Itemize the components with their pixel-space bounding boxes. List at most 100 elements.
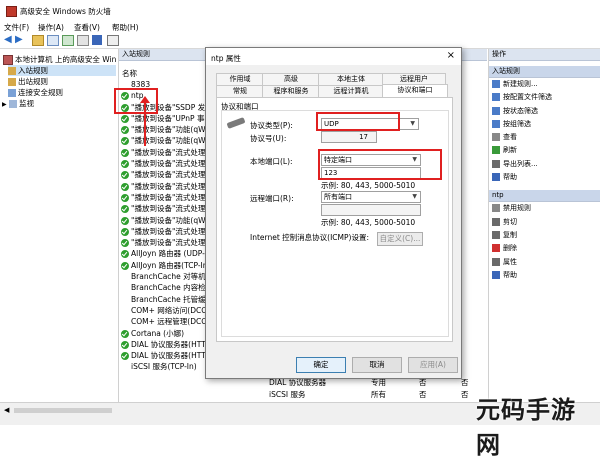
remote-port-entry[interactable] [321,204,421,216]
rule-row[interactable]: "播放到设备"流式处理 [121,237,211,248]
tab-general[interactable]: 常规 [216,85,264,97]
window-title: 高级安全 Windows 防火墙 [20,7,111,16]
bottom-row-2-enabled: 否 [419,390,427,399]
tab-scope[interactable]: 作用域 [216,73,264,85]
scroll-left-icon[interactable]: ◀ [4,406,9,414]
rule-name: BranchCache 托管缓存 [131,294,211,304]
action-item[interactable]: 按状态筛选 [489,105,600,118]
nav-item-inbound[interactable]: 入站规则 [8,65,116,76]
action-label: 刷新 [503,146,517,155]
rule-row[interactable]: "播放到设备"流式处理 [121,147,211,158]
highlight-ntp-rule [114,88,158,114]
rule-row[interactable]: BranchCache 托管缓存 [121,294,211,305]
action-item[interactable]: 新建规则... [489,78,600,91]
rule-row[interactable]: COM+ 网络访问(DCOM [121,305,211,316]
rule-row[interactable]: DIAL 协议服务器(HTTP-In) [121,350,211,361]
rule-row[interactable]: iSCSI 服务(TCP-In) [121,361,211,372]
nav-item-outbound[interactable]: 出站规则 [8,76,48,87]
tab-local-principals[interactable]: 本地主体 [318,73,384,85]
ok-button[interactable]: 确定 [296,357,346,373]
folder-up-icon[interactable] [32,35,44,46]
menu-action[interactable]: 操作(A) [38,22,64,33]
rule-row[interactable]: "播放到设备"流式处理 [121,181,211,192]
help-icon[interactable] [92,35,102,45]
rule-row[interactable]: COM+ 远程管理(DCOM [121,316,211,327]
action-item[interactable]: 复制 [489,229,600,242]
action-item[interactable]: 帮助 [489,269,600,282]
rule-row[interactable]: AllJoyn 路由器(TCP-In [121,260,211,271]
apply-button[interactable]: 应用(A) [408,357,458,373]
rule-name: COM+ 远程管理(DCOM [131,317,211,327]
protocol-number-field[interactable]: 17 [321,131,377,143]
rule-row[interactable]: "播放到设备"流式处理 [121,203,211,214]
action-item[interactable]: 查看 [489,131,600,144]
rule-row[interactable]: "播放到设备"功能(qWa [121,215,211,226]
menu-help[interactable]: 帮助(H) [112,22,139,33]
action-item[interactable]: 按组筛选 [489,118,600,131]
rule-row[interactable]: "播放到设备"UPnP 事 [121,113,211,124]
remote-port-select[interactable]: 所有端口 ▼ [321,191,421,203]
menu-file[interactable]: 文件(F) [4,22,29,33]
cancel-button[interactable]: 取消 [352,357,402,373]
rule-name: "播放到设备"流式处理 [131,170,206,180]
action-item[interactable]: 帮助 [489,171,600,184]
rule-enabled-icon [121,137,129,146]
menu-view[interactable]: 查看(V) [74,22,100,33]
protocol-number-value: 17 [359,133,368,141]
horizontal-scrollbar[interactable] [14,408,112,413]
back-icon[interactable]: ◀ [4,34,12,45]
show-tree-icon[interactable] [47,35,59,46]
action-item[interactable]: 刷新 [489,144,600,157]
refresh-icon[interactable] [62,35,74,46]
action-item[interactable]: 删除 [489,242,600,255]
icmp-customize-button[interactable]: 自定义(C)... [377,232,423,246]
rule-row[interactable]: "播放到设备"功能(qWa [121,124,211,135]
tab-programs-services[interactable]: 程序和服务 [262,85,320,97]
rule-row[interactable]: BranchCache 内容检索 [121,282,211,293]
action-item[interactable]: 按配置文件筛选 [489,91,600,104]
dialog-close-button[interactable]: × [447,50,455,61]
nav-item-outbound-label: 出站规则 [18,77,48,86]
disable-rule-icon [492,204,500,213]
expand-arrow-icon[interactable]: ▶ [2,101,7,108]
rule-row[interactable]: AllJoyn 路由器 (UDP-I [121,248,211,259]
bottom-row-2-group: iSCSI 服务 [269,390,306,399]
tab-protocols-ports[interactable]: 协议和端口 [382,84,448,97]
export-icon[interactable] [77,35,89,46]
rule-name: "播放到设备"流式处理 [131,226,206,236]
inbound-rules-icon [8,67,16,75]
copy-icon [492,230,500,239]
tab-advanced[interactable]: 高级 [262,73,320,85]
rule-row[interactable]: "播放到设备"流式处理 [121,192,211,203]
local-port-label: 本地端口(L): [250,157,293,166]
action-item[interactable]: 剪切 [489,216,600,229]
nav-item-monitor[interactable]: ▶ 监视 [2,98,34,109]
forward-icon[interactable]: ▶ [15,34,23,45]
properties-icon[interactable] [107,35,119,46]
rule-enabled-icon [121,250,129,259]
rule-enabled-icon [121,329,129,338]
rule-row[interactable]: BranchCache 对等机发 [121,271,211,282]
rule-row[interactable]: Cortana (小娜) [121,328,211,339]
rule-enabled-icon [121,352,129,361]
chevron-down-icon: ▼ [410,120,415,127]
rule-row[interactable]: "播放到设备"功能(qWa [121,135,211,146]
filter-icon [492,93,500,102]
action-item[interactable]: 导出列表... [489,158,600,171]
rule-name: BranchCache 对等机发 [131,272,211,282]
action-item[interactable]: 禁用规则 [489,202,600,215]
action-item[interactable]: 属性 [489,256,600,269]
rule-name: AllJoyn 路由器 (UDP-I [131,249,208,259]
protocol-number-label: 协议号(U): [250,134,287,143]
rule-row[interactable]: DIAL 协议服务器(HTTP- [121,339,211,350]
column-header-name[interactable]: 名称 [122,68,137,79]
nav-item-connection-security[interactable]: 连接安全规则 [8,87,63,98]
rule-row[interactable]: "播放到设备"流式处理 [121,169,211,180]
action-label: 剪切 [503,217,517,226]
rule-row[interactable]: "播放到设备"流式处理 [121,158,211,169]
nav-root[interactable]: 本地计算机 上的高级安全 Win [3,54,118,65]
rule-name: DIAL 协议服务器(HTTP-In) [131,351,211,361]
rule-enabled-icon [121,160,129,169]
rule-row[interactable]: "播放到设备"流式处理 [121,226,211,237]
tab-remote-computers[interactable]: 远程计算机 [318,85,384,97]
